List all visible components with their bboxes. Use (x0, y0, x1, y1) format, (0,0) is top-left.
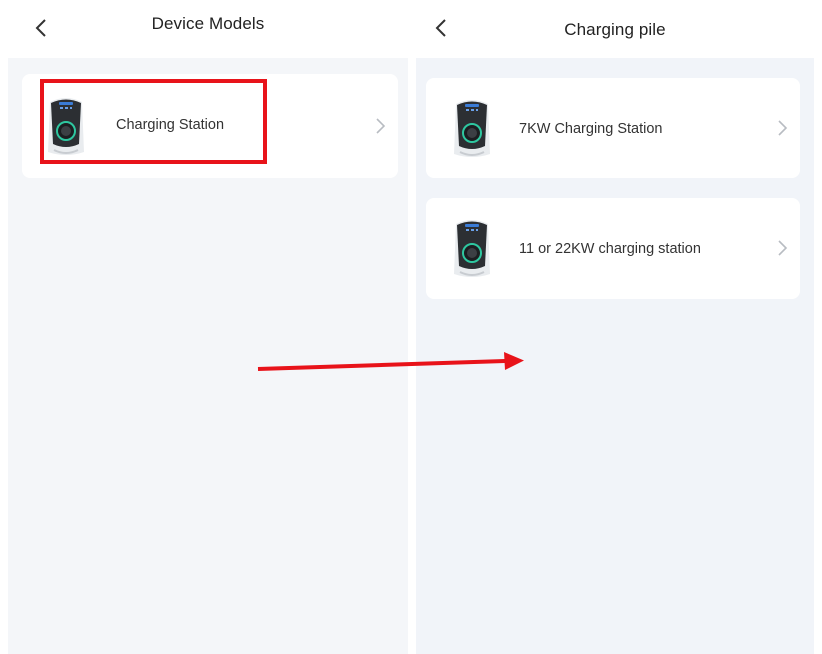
chevron-right-icon (374, 117, 386, 135)
header: Charging pile (416, 0, 814, 58)
ev-charger-image (450, 96, 494, 160)
ev-charger-image (450, 216, 494, 280)
page-title: Device Models (151, 14, 265, 33)
charging-pile-label: 11 or 22KW charging station (519, 241, 701, 257)
chevron-right-icon (776, 239, 788, 257)
charging-pile-item-11-22kw[interactable]: 11 or 22KW charging station (426, 198, 800, 299)
charging-pile-screen: Charging pile 7KW Charging Station 11 or… (416, 0, 814, 654)
charging-pile-item-7kw[interactable]: 7KW Charging Station (426, 78, 800, 178)
chevron-right-icon (776, 119, 788, 137)
arrow-right-icon (257, 352, 524, 371)
page-title: Charging pile (564, 20, 666, 39)
highlight-box (40, 79, 267, 164)
header: Device Models (8, 0, 408, 58)
charging-pile-label: 7KW Charging Station (519, 121, 663, 137)
